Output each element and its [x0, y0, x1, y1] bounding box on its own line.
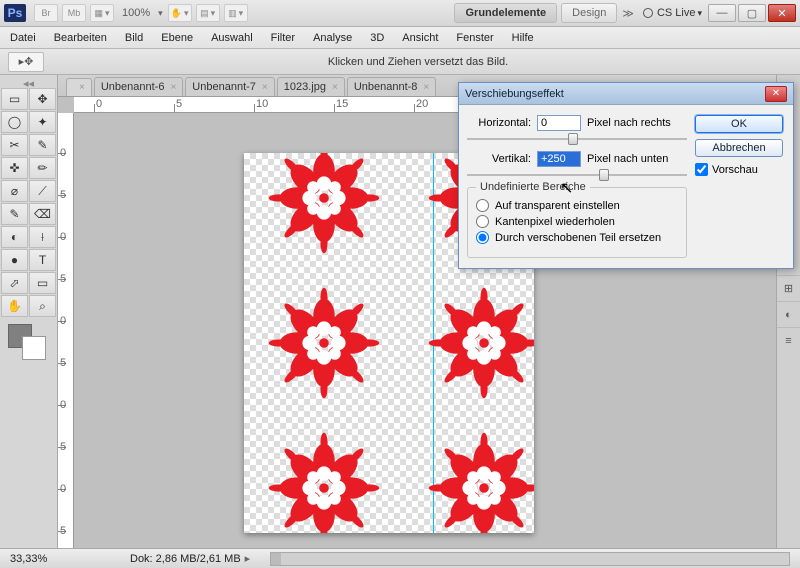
- close-icon[interactable]: ×: [332, 82, 338, 93]
- slider-knob[interactable]: [568, 133, 578, 145]
- screen-mode-icon[interactable]: ▦▾: [90, 4, 114, 22]
- horizontal-label: Horizontal:: [467, 117, 531, 129]
- doc-tab-4[interactable]: Unbenannt-8×: [347, 77, 436, 96]
- background-color[interactable]: [22, 336, 46, 360]
- app-icon: Ps: [4, 4, 26, 22]
- doc-tab-1[interactable]: Unbenannt-6×: [94, 77, 183, 96]
- status-zoom[interactable]: 33,33%: [10, 553, 90, 565]
- ok-button[interactable]: OK: [695, 115, 783, 133]
- workspace-design[interactable]: Design: [561, 3, 617, 23]
- path-tool[interactable]: ⬀: [1, 272, 28, 294]
- tab-close-prev[interactable]: ×: [66, 78, 92, 96]
- bridge-icon[interactable]: Br: [34, 4, 58, 22]
- history-icon[interactable]: ⊞: [777, 275, 800, 301]
- tools-panel: ◂◂ ▭✥ ◯✦ ✂✎ ✜✏ ⌀⟋ ✎⌫ ◐⟊ ●T ⬀▭ ✋⌕: [0, 75, 58, 548]
- minibridge-icon[interactable]: Mb: [62, 4, 86, 22]
- minimize-button[interactable]: —: [708, 4, 736, 22]
- workspace-more-icon[interactable]: ≫: [622, 7, 634, 20]
- menu-bearbeiten[interactable]: Bearbeiten: [54, 32, 107, 44]
- close-icon[interactable]: ×: [170, 82, 176, 93]
- blur-tool[interactable]: ◐: [1, 226, 28, 248]
- menu-3d[interactable]: 3D: [370, 32, 384, 44]
- vertical-label: Vertikal:: [467, 153, 531, 165]
- status-doc-size[interactable]: Dok: 2,86 MB/2,61 MB: [130, 553, 241, 565]
- layers-icon[interactable]: ≡: [777, 327, 800, 353]
- options-hint: Klicken und Ziehen versetzt das Bild.: [44, 56, 792, 68]
- vertical-input[interactable]: [537, 151, 581, 167]
- horizontal-unit: Pixel nach rechts: [587, 117, 671, 129]
- menu-datei[interactable]: Datei: [10, 32, 36, 44]
- marquee-tool[interactable]: ▭: [1, 88, 28, 110]
- scroll-thumb[interactable]: [271, 553, 281, 565]
- type-tool[interactable]: T: [29, 249, 56, 271]
- dialog-close-button[interactable]: ✕: [765, 86, 787, 102]
- extras-icon[interactable]: ▥▾: [224, 4, 248, 22]
- crop-tool[interactable]: ✂: [1, 134, 28, 156]
- adjustments-icon[interactable]: ◐: [777, 301, 800, 327]
- group-legend: Undefinierte Bereiche: [476, 181, 590, 193]
- slider-knob[interactable]: [599, 169, 609, 181]
- dialog-title: Verschiebungseffekt: [465, 88, 765, 100]
- maximize-button[interactable]: ▢: [738, 4, 766, 22]
- cancel-button[interactable]: Abbrechen: [695, 139, 783, 157]
- close-icon[interactable]: ×: [262, 82, 268, 93]
- gradient-tool[interactable]: ⌫: [29, 203, 56, 225]
- options-bar: ▸✥ Klicken und Ziehen versetzt das Bild.: [0, 49, 800, 75]
- brush-tool[interactable]: ✏: [29, 157, 56, 179]
- scrollbar-horizontal[interactable]: [270, 552, 790, 566]
- vertical-slider[interactable]: [467, 171, 687, 179]
- eraser-tool[interactable]: ✎: [1, 203, 28, 225]
- menu-ebene[interactable]: Ebene: [161, 32, 193, 44]
- magic-wand-tool[interactable]: ✦: [29, 111, 56, 133]
- title-bar: Ps Br Mb ▦▾ 100% ▾ ✋▾ ▤▾ ▥▾ Grundelement…: [0, 0, 800, 27]
- cs-live[interactable]: CS Live▾: [643, 7, 702, 19]
- offset-dialog: Verschiebungseffekt ✕ Horizontal: Pixel …: [458, 82, 794, 269]
- radio-wrap[interactable]: Durch verschobenen Teil ersetzen: [476, 231, 678, 244]
- zoom-tool[interactable]: ⌕: [29, 295, 56, 317]
- ruler-vertical[interactable]: 0505050505: [58, 113, 74, 548]
- history-brush-tool[interactable]: ⟋: [29, 180, 56, 202]
- arrange-icon[interactable]: ▤▾: [196, 4, 220, 22]
- menu-fenster[interactable]: Fenster: [456, 32, 493, 44]
- dodge-tool[interactable]: ⟊: [29, 226, 56, 248]
- notes-tool[interactable]: ✋: [1, 295, 28, 317]
- horizontal-slider[interactable]: [467, 135, 687, 143]
- menu-ansicht[interactable]: Ansicht: [402, 32, 438, 44]
- status-drop-icon[interactable]: ▸: [245, 552, 251, 565]
- current-tool-icon[interactable]: ▸✥: [8, 52, 44, 72]
- workspace-grundelemente[interactable]: Grundelemente: [454, 3, 557, 23]
- zoom-drop-icon[interactable]: ▾: [158, 8, 163, 19]
- menu-filter[interactable]: Filter: [271, 32, 295, 44]
- vertical-unit: Pixel nach unten: [587, 153, 668, 165]
- dialog-titlebar[interactable]: Verschiebungseffekt ✕: [459, 83, 793, 105]
- doc-tab-3[interactable]: 1023.jpg×: [277, 77, 345, 96]
- menu-auswahl[interactable]: Auswahl: [211, 32, 253, 44]
- heal-tool[interactable]: ✜: [1, 157, 28, 179]
- menu-bild[interactable]: Bild: [125, 32, 143, 44]
- stamp-tool[interactable]: ⌀: [1, 180, 28, 202]
- pen-tool[interactable]: ●: [1, 249, 28, 271]
- panel-collapse-icon[interactable]: ◂◂: [0, 77, 57, 87]
- preview-checkbox[interactable]: Vorschau: [695, 163, 783, 176]
- cs-live-drop-icon: ▾: [697, 8, 702, 19]
- window-close-button[interactable]: ✕: [768, 4, 796, 22]
- shape-tool[interactable]: ▭: [29, 272, 56, 294]
- menu-bar: Datei Bearbeiten Bild Ebene Auswahl Filt…: [0, 27, 800, 49]
- menu-hilfe[interactable]: Hilfe: [512, 32, 534, 44]
- radio-transparent[interactable]: Auf transparent einstellen: [476, 199, 678, 212]
- radio-repeat-edge[interactable]: Kantenpixel wiederholen: [476, 215, 678, 228]
- eyedropper-tool[interactable]: ✎: [29, 134, 56, 156]
- undefined-areas-group: Undefinierte Bereiche Auf transparent ei…: [467, 187, 687, 258]
- menu-analyse[interactable]: Analyse: [313, 32, 352, 44]
- move-tool[interactable]: ✥: [29, 88, 56, 110]
- color-swatches[interactable]: [0, 324, 57, 364]
- horizontal-input[interactable]: [537, 115, 581, 131]
- close-icon[interactable]: ×: [423, 82, 429, 93]
- lasso-tool[interactable]: ◯: [1, 111, 28, 133]
- status-bar: 33,33% Dok: 2,86 MB/2,61 MB ▸: [0, 548, 800, 568]
- zoom-level[interactable]: 100%: [122, 7, 150, 19]
- doc-tab-2[interactable]: Unbenannt-7×: [185, 77, 274, 96]
- hand-tool-icon[interactable]: ✋▾: [168, 4, 192, 22]
